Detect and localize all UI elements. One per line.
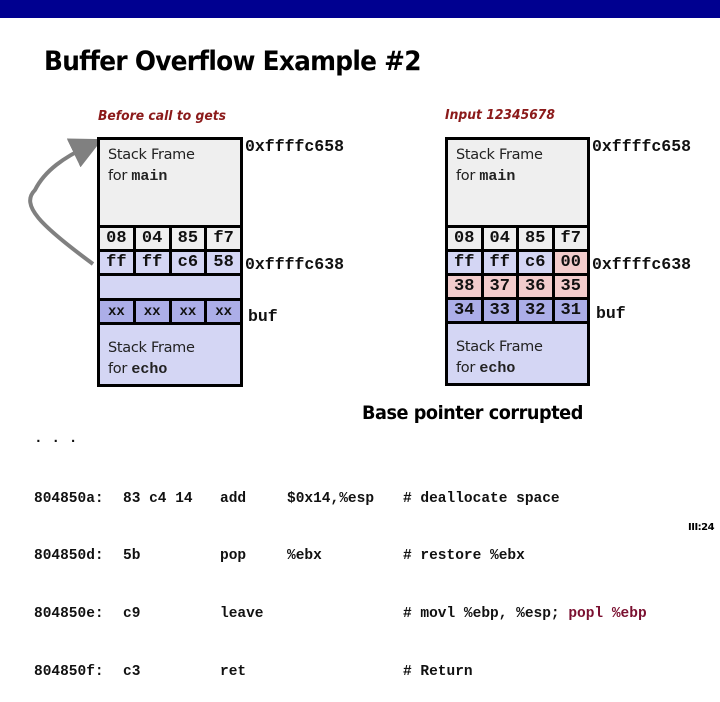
byte-cell: ff bbox=[448, 252, 481, 273]
byte-cell: 38 bbox=[448, 276, 481, 297]
instr-args bbox=[287, 605, 374, 624]
instr-args: $0x14,%esp bbox=[287, 490, 375, 507]
instr-comment: # Return bbox=[403, 664, 473, 681]
byte-cell: ff bbox=[135, 252, 169, 273]
instr-bytes: 5b bbox=[123, 548, 141, 565]
disassembly-addresses: 804850a: 804850d: 804850e: 804850f: bbox=[34, 451, 104, 702]
instr-args: %ebx bbox=[287, 548, 322, 565]
byte-cell: c6 bbox=[519, 252, 552, 273]
byte-cell: 08 bbox=[448, 228, 481, 249]
right-stack-diagram: Stack Frame for main 08 04 85 f7 ff ff c… bbox=[445, 137, 590, 386]
frame-label: Stack Frame bbox=[108, 147, 195, 163]
frame-func-line: for main bbox=[108, 166, 232, 187]
overflow-row: 38 37 36 35 bbox=[448, 276, 587, 297]
instr-op: ret bbox=[220, 664, 247, 681]
byte-cell: xx bbox=[100, 301, 133, 322]
saved-ebp-row: ff ff c6 00 bbox=[448, 252, 587, 273]
corrupted-byte-cell: 00 bbox=[554, 252, 587, 273]
frame-for: for bbox=[108, 168, 132, 184]
byte-cell: xx bbox=[135, 301, 169, 322]
instr-bytes: c9 bbox=[123, 606, 141, 623]
return-address-row: 08 04 85 f7 bbox=[448, 228, 587, 249]
frame-func: main bbox=[131, 168, 168, 185]
instr-comment: # deallocate space bbox=[403, 490, 560, 507]
byte-cell: ff bbox=[483, 252, 516, 273]
base-pointer-corrupted-note: Base pointer corrupted bbox=[362, 402, 583, 424]
right-caption: Input 12345678 bbox=[445, 108, 555, 123]
page-number: III:24 bbox=[688, 522, 715, 533]
instr-op: add bbox=[220, 490, 247, 507]
byte-cell: f7 bbox=[207, 228, 240, 249]
buf-row: 34 33 32 31 bbox=[448, 300, 587, 321]
byte-cell: 85 bbox=[519, 228, 552, 249]
left-main-frame-address: 0xffffc658 bbox=[245, 137, 345, 156]
saved-ebp-row: ff ff c6 58 bbox=[100, 252, 240, 273]
frame-func: echo bbox=[131, 361, 168, 378]
byte-cell: 32 bbox=[519, 300, 552, 321]
disassembly-comments: # deallocate space # restore %ebx # movl… bbox=[403, 451, 647, 702]
instr-address: 804850e: bbox=[34, 606, 104, 623]
frame-for: for bbox=[456, 168, 480, 184]
left-buf-label: buf bbox=[248, 307, 278, 326]
disassembly-ops: add pop leave ret bbox=[220, 451, 264, 702]
frame-func-line: for echo bbox=[456, 358, 579, 379]
empty-row bbox=[100, 276, 240, 298]
byte-cell: xx bbox=[171, 301, 205, 322]
instr-comment: # movl %ebp, %esp; bbox=[403, 606, 569, 623]
byte-cell: 36 bbox=[519, 276, 552, 297]
echo-stack-frame: Stack Frame for echo bbox=[100, 325, 240, 384]
instr-address: 804850d: bbox=[34, 548, 104, 565]
disassembly-ellipsis: . . . bbox=[34, 431, 78, 447]
return-address-row: 08 04 85 f7 bbox=[100, 228, 240, 249]
byte-cell: 34 bbox=[448, 300, 481, 321]
frame-func: main bbox=[479, 168, 516, 185]
instr-address: 804850f: bbox=[34, 664, 104, 681]
instr-op: leave bbox=[220, 606, 264, 623]
byte-cell: 58 bbox=[207, 252, 240, 273]
byte-cell: 33 bbox=[483, 300, 516, 321]
instr-address: 804850a: bbox=[34, 490, 104, 507]
buf-row: xx xx xx xx bbox=[100, 301, 240, 322]
instr-args bbox=[287, 663, 374, 682]
frame-func-line: for main bbox=[456, 166, 579, 187]
instr-comment: # restore %ebx bbox=[403, 548, 525, 565]
main-stack-frame: Stack Frame for main bbox=[100, 140, 240, 225]
frame-label: Stack Frame bbox=[456, 339, 543, 355]
instr-comment-highlight: popl %ebp bbox=[568, 606, 647, 623]
disassembly-bytes: 83 c4 14 5b c9 c3 bbox=[123, 451, 193, 702]
byte-cell: 31 bbox=[554, 300, 587, 321]
instr-bytes: 83 c4 14 bbox=[123, 490, 193, 507]
frame-func-line: for echo bbox=[108, 359, 232, 380]
byte-cell: f7 bbox=[554, 228, 587, 249]
frame-for: for bbox=[456, 360, 480, 376]
frame-label: Stack Frame bbox=[456, 147, 543, 163]
main-stack-frame: Stack Frame for main bbox=[448, 140, 587, 225]
frame-label: Stack Frame bbox=[108, 340, 195, 356]
instr-op: pop bbox=[220, 548, 247, 565]
frame-for: for bbox=[108, 361, 132, 377]
disassembly-args: $0x14,%esp %ebx bbox=[287, 451, 374, 702]
left-stack-diagram: Stack Frame for main 08 04 85 f7 ff ff c… bbox=[97, 137, 243, 387]
right-main-frame-address: 0xffffc658 bbox=[592, 137, 692, 156]
right-buf-label: buf bbox=[596, 304, 626, 323]
byte-cell: 08 bbox=[100, 228, 133, 249]
byte-cell: 04 bbox=[135, 228, 169, 249]
byte-cell: xx bbox=[207, 301, 240, 322]
byte-cell: c6 bbox=[171, 252, 205, 273]
right-saved-ebp-address: 0xffffc638 bbox=[592, 255, 692, 274]
byte-cell: 37 bbox=[483, 276, 516, 297]
byte-cell: 85 bbox=[171, 228, 205, 249]
byte-cell: 04 bbox=[483, 228, 516, 249]
instr-bytes: c3 bbox=[123, 664, 141, 681]
echo-stack-frame: Stack Frame for echo bbox=[448, 324, 587, 383]
left-caption: Before call to gets bbox=[98, 109, 226, 124]
instr-comment-line: # movl %ebp, %esp; popl %ebp bbox=[403, 605, 647, 624]
frame-func: echo bbox=[479, 360, 516, 377]
byte-cell: 35 bbox=[554, 276, 587, 297]
left-saved-ebp-address: 0xffffc638 bbox=[245, 255, 345, 274]
byte-cell: ff bbox=[100, 252, 133, 273]
